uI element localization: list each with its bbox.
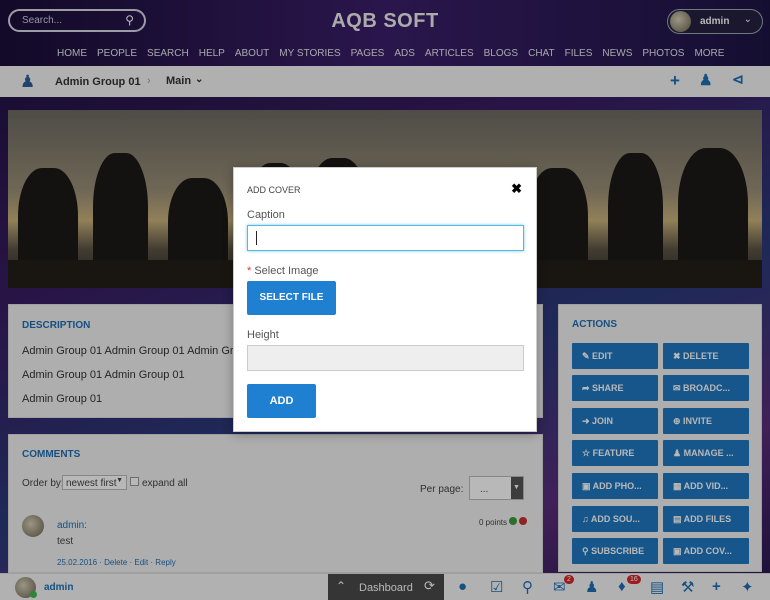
close-icon[interactable]: ✖ — [511, 181, 522, 197]
caption-input[interactable] — [247, 225, 524, 251]
select-image-text: Select Image — [254, 265, 319, 277]
select-file-button[interactable]: SELECT FILE — [247, 281, 336, 315]
text-caret — [256, 231, 257, 245]
modal-title: ADD COVER — [247, 185, 301, 195]
height-input[interactable] — [247, 345, 524, 371]
caption-label: Caption — [247, 209, 285, 221]
required-marker: * — [247, 265, 252, 277]
add-button[interactable]: ADD — [247, 384, 316, 418]
select-image-label: * Select Image — [247, 265, 319, 277]
add-cover-modal: ADD COVER ✖ Caption * Select Image SELEC… — [233, 167, 537, 432]
height-label: Height — [247, 329, 279, 341]
